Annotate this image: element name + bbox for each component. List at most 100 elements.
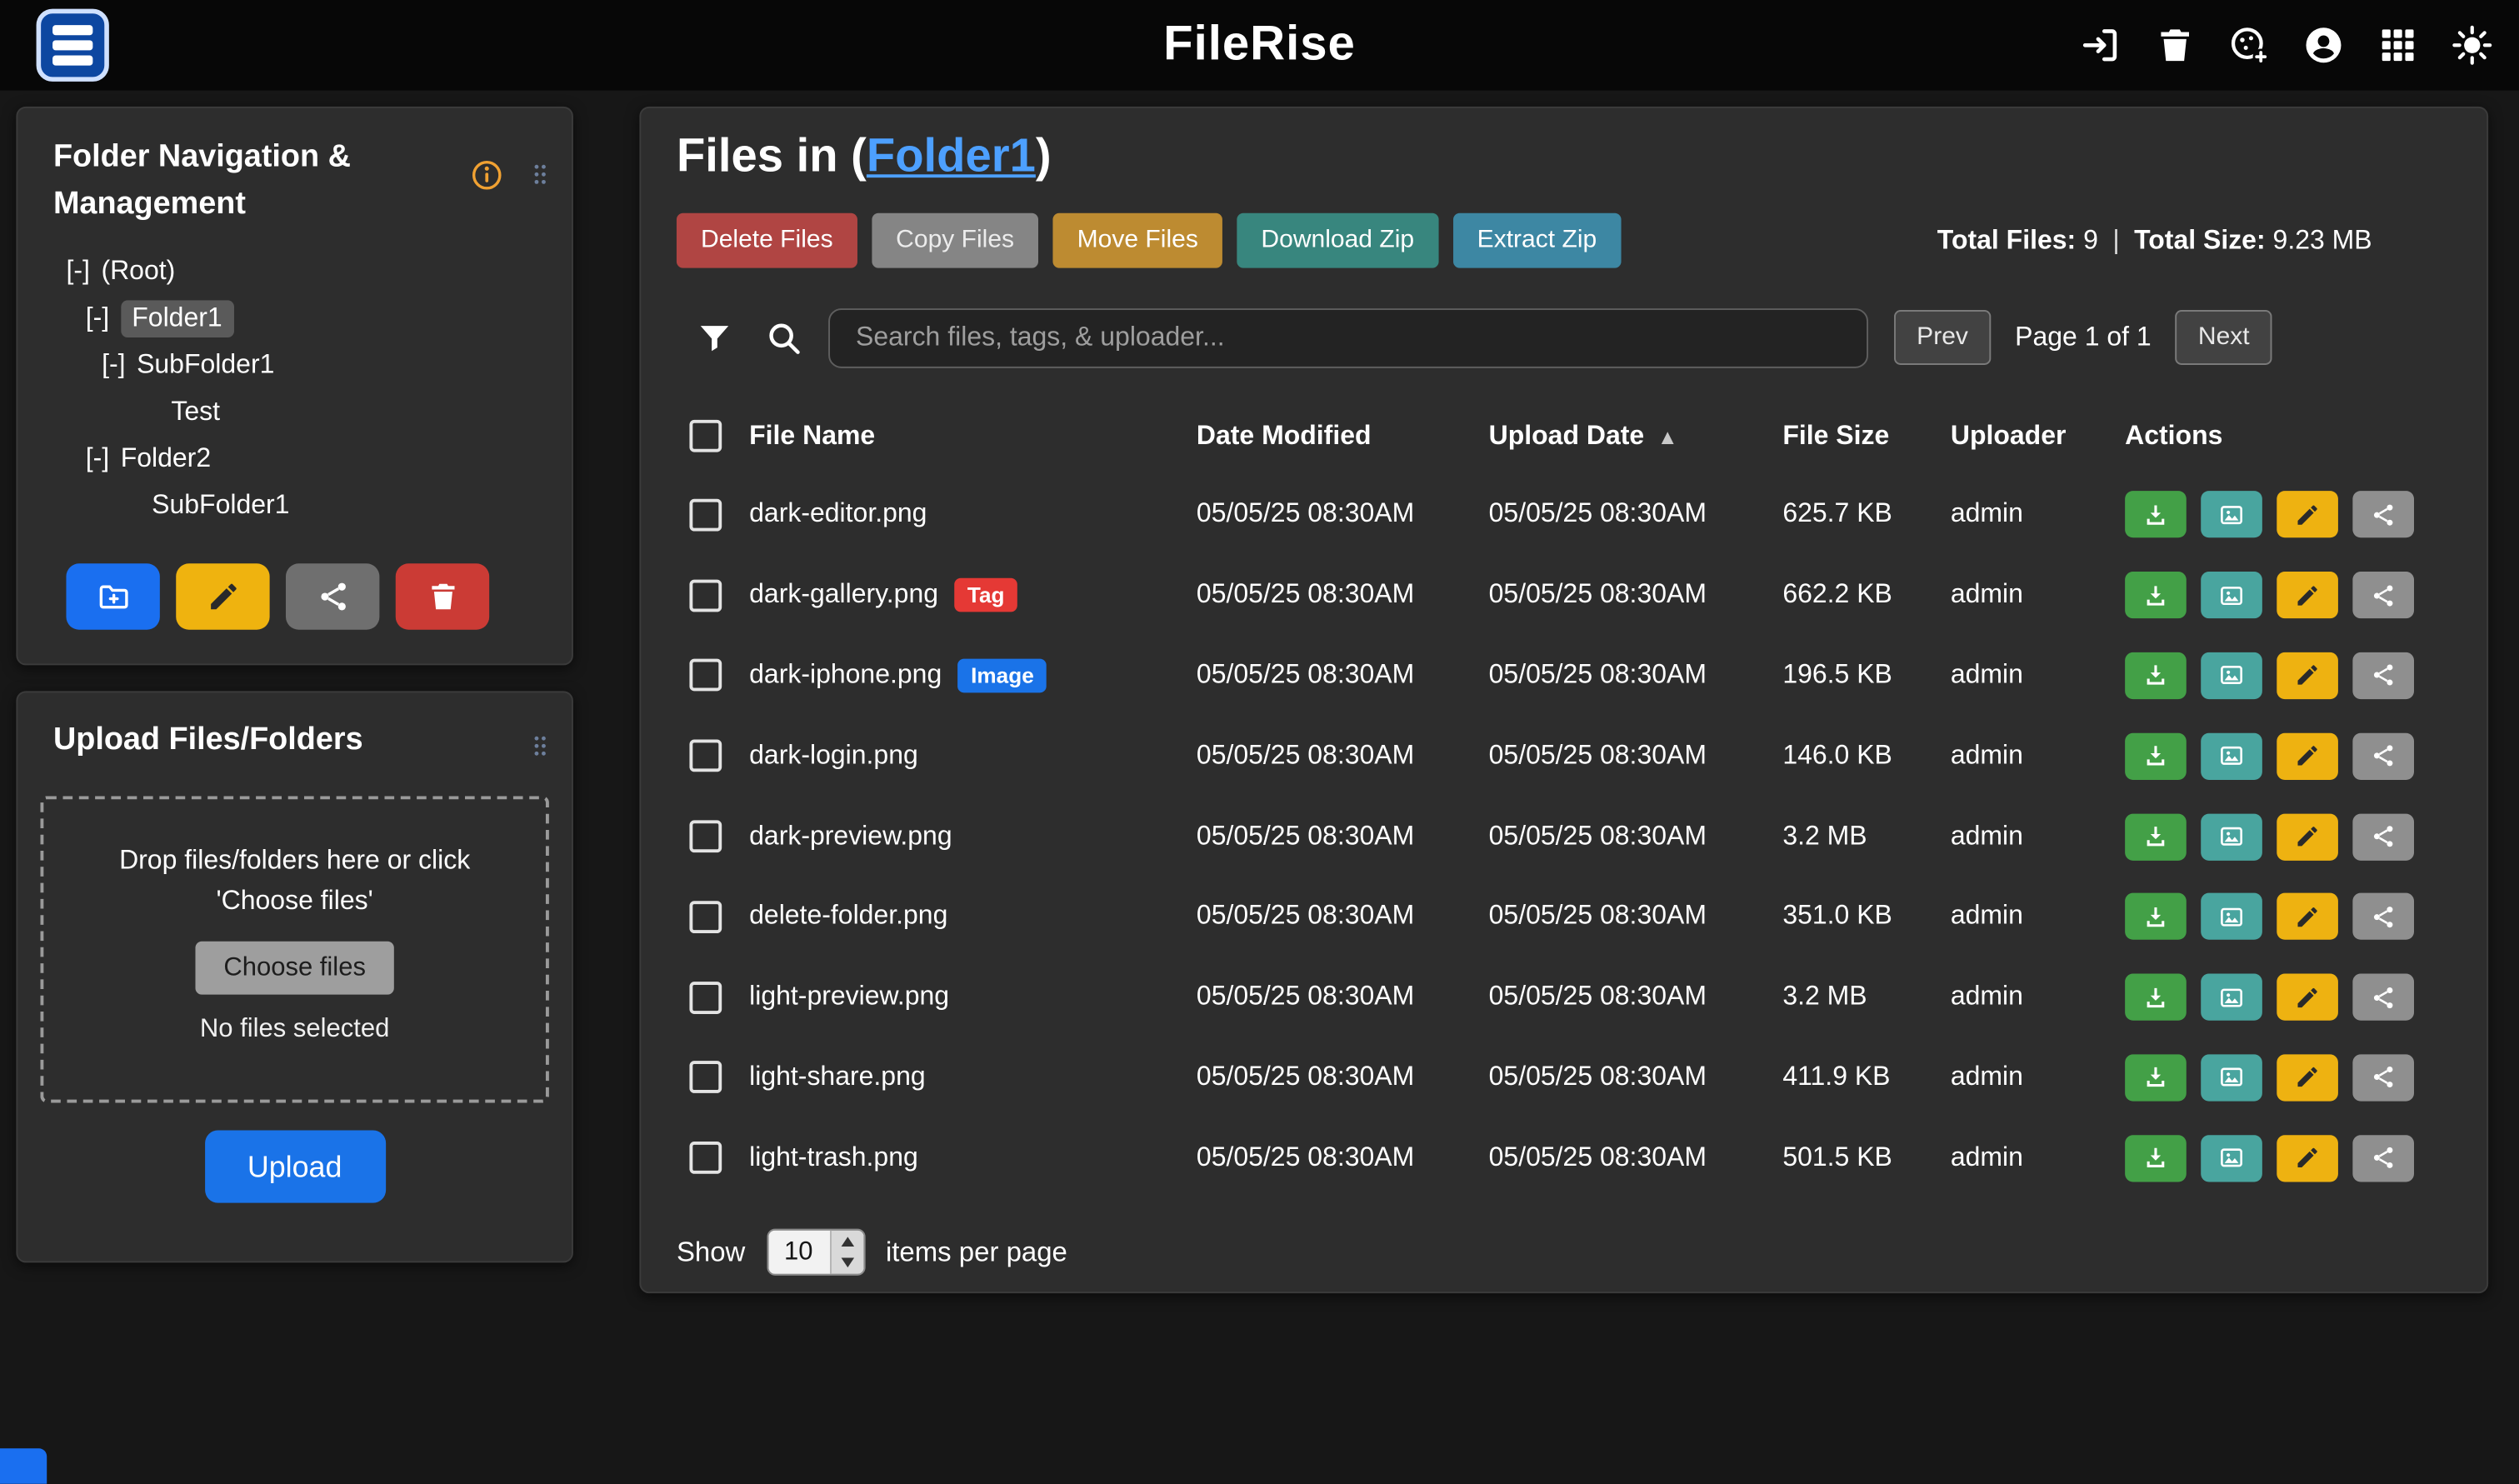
download-button[interactable] xyxy=(2125,652,2187,699)
row-checkbox[interactable] xyxy=(689,499,722,532)
sign-in-icon[interactable] xyxy=(2080,24,2122,66)
edit-button[interactable] xyxy=(2277,813,2338,860)
row-checkbox[interactable] xyxy=(689,740,722,772)
tree-toggle[interactable]: [-] xyxy=(102,351,125,382)
prev-page-button[interactable]: Prev xyxy=(1894,310,1991,365)
file-name[interactable]: dark-preview.png xyxy=(749,822,952,852)
file-name[interactable]: dark-editor.png xyxy=(749,500,927,531)
row-checkbox[interactable] xyxy=(689,1062,722,1094)
file-name[interactable]: light-trash.png xyxy=(749,1143,918,1174)
search-icon[interactable] xyxy=(766,319,803,357)
download-button[interactable] xyxy=(2125,974,2187,1021)
edit-button[interactable] xyxy=(2277,572,2338,618)
file-name[interactable]: dark-gallery.png xyxy=(749,580,938,611)
edit-button[interactable] xyxy=(2277,974,2338,1021)
preview-image-button[interactable] xyxy=(2201,652,2262,699)
share-button[interactable] xyxy=(2352,732,2414,779)
download-button[interactable] xyxy=(2125,813,2187,860)
file-name[interactable]: dark-iphone.png xyxy=(749,661,942,692)
share-button[interactable] xyxy=(2352,813,2414,860)
preview-image-button[interactable] xyxy=(2201,1054,2262,1101)
edit-button[interactable] xyxy=(2277,1054,2338,1101)
stepper-up-icon[interactable] xyxy=(831,1231,863,1252)
choose-files-button[interactable]: Choose files xyxy=(196,942,393,995)
preview-image-button[interactable] xyxy=(2201,492,2262,538)
share-button[interactable] xyxy=(2352,652,2414,699)
download-button[interactable] xyxy=(2125,492,2187,538)
file-name[interactable]: light-preview.png xyxy=(749,982,949,1013)
row-checkbox[interactable] xyxy=(689,1142,722,1175)
edit-button[interactable] xyxy=(2277,652,2338,699)
preview-image-button[interactable] xyxy=(2201,813,2262,860)
filerise-logo-icon[interactable] xyxy=(36,8,110,82)
preview-image-button[interactable] xyxy=(2201,732,2262,779)
upload-button[interactable]: Upload xyxy=(204,1130,385,1202)
row-checkbox[interactable] xyxy=(689,579,722,612)
col-date-modified[interactable]: Date Modified xyxy=(1197,421,1489,452)
edit-button[interactable] xyxy=(2277,732,2338,779)
delete-folder-button[interactable] xyxy=(396,563,489,629)
file-dropzone[interactable]: Drop files/folders here or click 'Choose… xyxy=(40,796,548,1102)
col-file-size[interactable]: File Size xyxy=(1782,421,1951,452)
download-button[interactable] xyxy=(2125,893,2187,940)
row-checkbox[interactable] xyxy=(689,821,722,853)
edit-button[interactable] xyxy=(2277,1135,2338,1182)
share-button[interactable] xyxy=(2352,492,2414,538)
tree-toggle[interactable]: [-] xyxy=(86,444,109,475)
file-name[interactable]: dark-login.png xyxy=(749,741,918,772)
apps-grid-icon[interactable] xyxy=(2377,24,2418,66)
rename-folder-button[interactable] xyxy=(176,563,269,629)
bottom-left-partial-button[interactable] xyxy=(0,1448,47,1484)
cookie-icon[interactable] xyxy=(2228,24,2270,66)
share-button[interactable] xyxy=(2352,572,2414,618)
tree-item-folder1[interactable]: [-] Folder1 xyxy=(17,296,572,342)
select-all-checkbox[interactable] xyxy=(689,420,722,452)
file-name[interactable]: delete-folder.png xyxy=(749,902,947,932)
preview-image-button[interactable] xyxy=(2201,1135,2262,1182)
tree-toggle[interactable]: [-] xyxy=(86,303,109,334)
tree-item-folder2[interactable]: [-] Folder2 xyxy=(17,436,572,482)
tree-item-subfolder1-2[interactable]: SubFolder1 xyxy=(17,482,572,529)
preview-image-button[interactable] xyxy=(2201,974,2262,1021)
tree-toggle[interactable]: [-] xyxy=(66,257,89,287)
move-files-button[interactable]: Move Files xyxy=(1053,213,1222,268)
items-per-page-stepper[interactable]: 10 xyxy=(767,1229,865,1276)
col-file-name[interactable]: File Name xyxy=(749,421,1197,452)
share-button[interactable] xyxy=(2352,893,2414,940)
next-page-button[interactable]: Next xyxy=(2176,310,2272,365)
drag-handle-icon[interactable] xyxy=(528,157,552,192)
download-zip-button[interactable]: Download Zip xyxy=(1237,213,1438,268)
share-folder-button[interactable] xyxy=(286,563,379,629)
download-button[interactable] xyxy=(2125,1054,2187,1101)
account-icon[interactable] xyxy=(2302,24,2344,66)
edit-button[interactable] xyxy=(2277,492,2338,538)
tree-item-subfolder1[interactable]: [-] SubFolder1 xyxy=(17,342,572,389)
delete-files-button[interactable]: Delete Files xyxy=(677,213,857,268)
preview-image-button[interactable] xyxy=(2201,893,2262,940)
tree-item-root[interactable]: [-] (Root) xyxy=(17,248,572,295)
row-checkbox[interactable] xyxy=(689,901,722,933)
share-button[interactable] xyxy=(2352,974,2414,1021)
copy-files-button[interactable]: Copy Files xyxy=(872,213,1038,268)
current-folder-link[interactable]: Folder1 xyxy=(867,131,1036,182)
stepper-down-icon[interactable] xyxy=(831,1252,863,1274)
search-input[interactable] xyxy=(828,307,1868,367)
col-upload-date[interactable]: Upload Date▲ xyxy=(1489,421,1783,452)
drag-handle-icon[interactable] xyxy=(528,728,552,764)
download-button[interactable] xyxy=(2125,1135,2187,1182)
trash-icon[interactable] xyxy=(2154,24,2196,66)
download-button[interactable] xyxy=(2125,572,2187,618)
share-button[interactable] xyxy=(2352,1054,2414,1101)
tree-item-test[interactable]: Test xyxy=(17,389,572,436)
download-button[interactable] xyxy=(2125,732,2187,779)
share-button[interactable] xyxy=(2352,1135,2414,1182)
info-icon[interactable] xyxy=(470,158,504,192)
items-per-page-value[interactable]: 10 xyxy=(767,1231,829,1274)
extract-zip-button[interactable]: Extract Zip xyxy=(1453,213,1622,268)
edit-button[interactable] xyxy=(2277,893,2338,940)
row-checkbox[interactable] xyxy=(689,982,722,1014)
create-folder-button[interactable] xyxy=(66,563,159,629)
preview-image-button[interactable] xyxy=(2201,572,2262,618)
row-checkbox[interactable] xyxy=(689,660,722,692)
col-uploader[interactable]: Uploader xyxy=(1951,421,2125,452)
